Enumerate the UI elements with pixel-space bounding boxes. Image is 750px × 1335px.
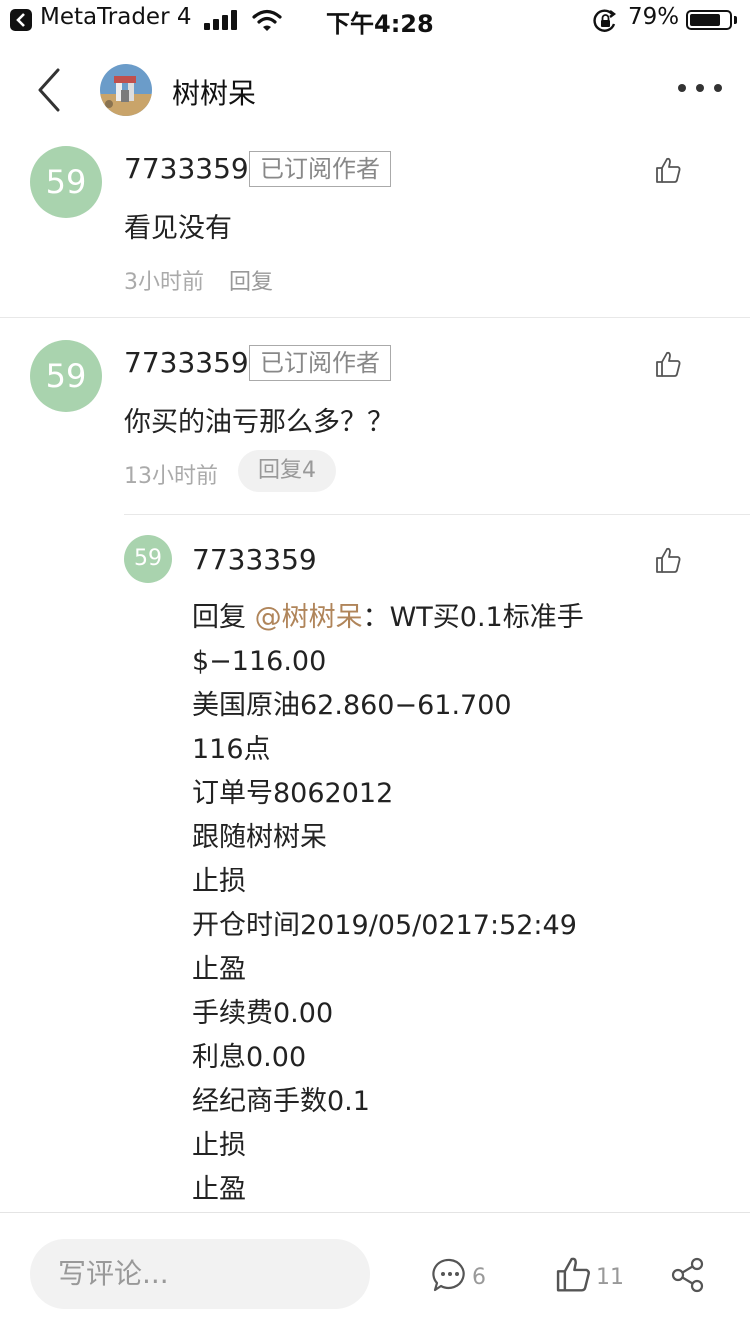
share-icon[interactable]	[670, 1257, 706, 1293]
comment-time: 3小时前	[124, 270, 204, 295]
subscriber-badge: 已订阅作者	[249, 151, 391, 187]
reply-first-line: 回复 @树树呆：WT买0.1标准手	[192, 596, 584, 640]
battery-level	[690, 14, 720, 26]
more-options-icon[interactable]	[678, 84, 722, 94]
status-time: 下午4:28	[326, 10, 434, 38]
commenter-avatar[interactable]: 59	[30, 146, 102, 218]
cellular-signal-icon	[204, 10, 240, 30]
comment-input[interactable]: 写评论...	[30, 1239, 370, 1309]
commenter-avatar[interactable]: 59	[30, 340, 102, 412]
bottom-bar: 写评论... 6 11	[0, 1212, 750, 1335]
like-icon[interactable]	[654, 350, 682, 378]
status-bar: MetaTrader 4 下午4:28 79%	[0, 0, 750, 42]
rotation-lock-icon	[593, 9, 616, 32]
reply-line: 手续费0.00	[192, 998, 334, 1029]
comment-count: 6	[472, 1265, 486, 1290]
battery-tip	[734, 16, 737, 24]
reply-line: 经纪商手数0.1	[192, 1086, 370, 1117]
back-icon[interactable]	[34, 68, 64, 112]
reply-first-line-text: ：WT买0.1标准手	[362, 602, 584, 633]
divider	[124, 514, 750, 515]
reply-text: 回复 @树树呆：WT买0.1标准手 $−116.00 美国原油62.860−61…	[192, 596, 584, 1212]
comment-text: 看见没有	[124, 213, 232, 244]
reply-line: 订单号8062012	[192, 778, 394, 809]
subscriber-badge: 已订阅作者	[249, 345, 391, 381]
reply-line: 止盈	[192, 1174, 246, 1205]
author-avatar[interactable]	[100, 64, 152, 116]
reply-prefix: 回复	[192, 602, 255, 633]
back-to-app-icon[interactable]	[10, 9, 32, 31]
reply-button[interactable]: 回复	[229, 264, 273, 296]
divider	[0, 317, 750, 318]
reply-line: $−116.00	[192, 646, 327, 677]
reply-line: 116点	[192, 734, 271, 765]
like-icon[interactable]	[554, 1255, 592, 1293]
reply-line: 开仓时间2019/05/0217:52:49	[192, 910, 577, 941]
commenter-username[interactable]: 7733359	[124, 346, 249, 379]
reply-username[interactable]: 7733359	[192, 543, 317, 576]
previous-app-label[interactable]: MetaTrader 4	[40, 4, 191, 30]
commenter-username[interactable]: 7733359	[124, 152, 249, 185]
mention-link[interactable]: @树树呆	[255, 602, 363, 633]
battery-icon	[686, 10, 732, 30]
page-title: 树树呆	[172, 77, 257, 110]
comment-text: 你买的油亏那么多？？	[124, 407, 394, 438]
comment-time: 13小时前	[124, 464, 218, 489]
view-replies-button[interactable]: 回复4	[238, 450, 336, 492]
reply-line: 利息0.00	[192, 1042, 307, 1073]
reply-avatar[interactable]: 59	[124, 535, 172, 583]
like-icon[interactable]	[654, 156, 682, 184]
reply-line: 止损	[192, 1130, 246, 1161]
wifi-icon	[252, 9, 282, 31]
like-icon[interactable]	[654, 546, 682, 574]
comment-icon[interactable]	[432, 1257, 468, 1293]
reply-line: 止损	[192, 866, 246, 897]
battery-percent: 79%	[628, 4, 680, 30]
reply-line: 跟随树树呆	[192, 822, 327, 853]
reply-line: 止盈	[192, 954, 246, 985]
reply-line: 美国原油62.860−61.700	[192, 690, 512, 721]
like-count: 11	[596, 1265, 624, 1290]
